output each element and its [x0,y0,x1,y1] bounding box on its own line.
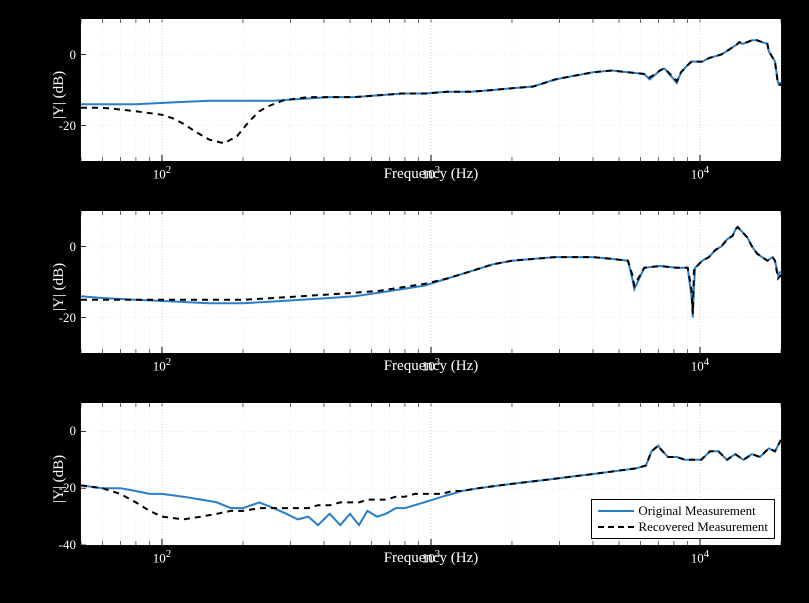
ylabel-1: |Y| (dB) [51,71,68,119]
ytick-label: -20 [59,480,76,496]
legend-label-recovered: Recovered Measurement [638,519,768,535]
legend: Original Measurement Recovered Measureme… [591,499,775,539]
xtick-label: 102 [153,356,171,374]
figure: |Y| (dB) Frequency (Hz) 102103104-200 |Y… [0,0,809,603]
xtick-label: 102 [153,548,171,566]
legend-swatch-original [598,510,634,512]
ytick-label: 0 [70,47,77,63]
subplot-3: |Y| (dB) Frequency (Hz) Original Measure… [80,402,782,546]
xtick-label: 104 [691,164,709,182]
xtick-label: 103 [422,164,440,182]
legend-item-original: Original Measurement [598,503,768,519]
legend-swatch-recovered [598,526,634,528]
ytick-label: -40 [59,537,76,553]
subplot-2: |Y| (dB) Frequency (Hz) 102103104-200 [80,210,782,354]
subplot-1: |Y| (dB) Frequency (Hz) 102103104-200 [80,18,782,162]
xtick-label: 104 [691,548,709,566]
legend-item-recovered: Recovered Measurement [598,519,768,535]
xtick-label: 103 [422,356,440,374]
ytick-label: -20 [59,118,76,134]
ytick-label: -20 [59,310,76,326]
plot-area-1 [81,19,781,161]
legend-label-original: Original Measurement [638,503,755,519]
ylabel-2: |Y| (dB) [51,263,68,311]
xtick-label: 102 [153,164,171,182]
ytick-label: 0 [70,239,77,255]
xtick-label: 103 [422,548,440,566]
ytick-label: 0 [70,423,77,439]
xtick-label: 104 [691,356,709,374]
plot-area-2 [81,211,781,353]
